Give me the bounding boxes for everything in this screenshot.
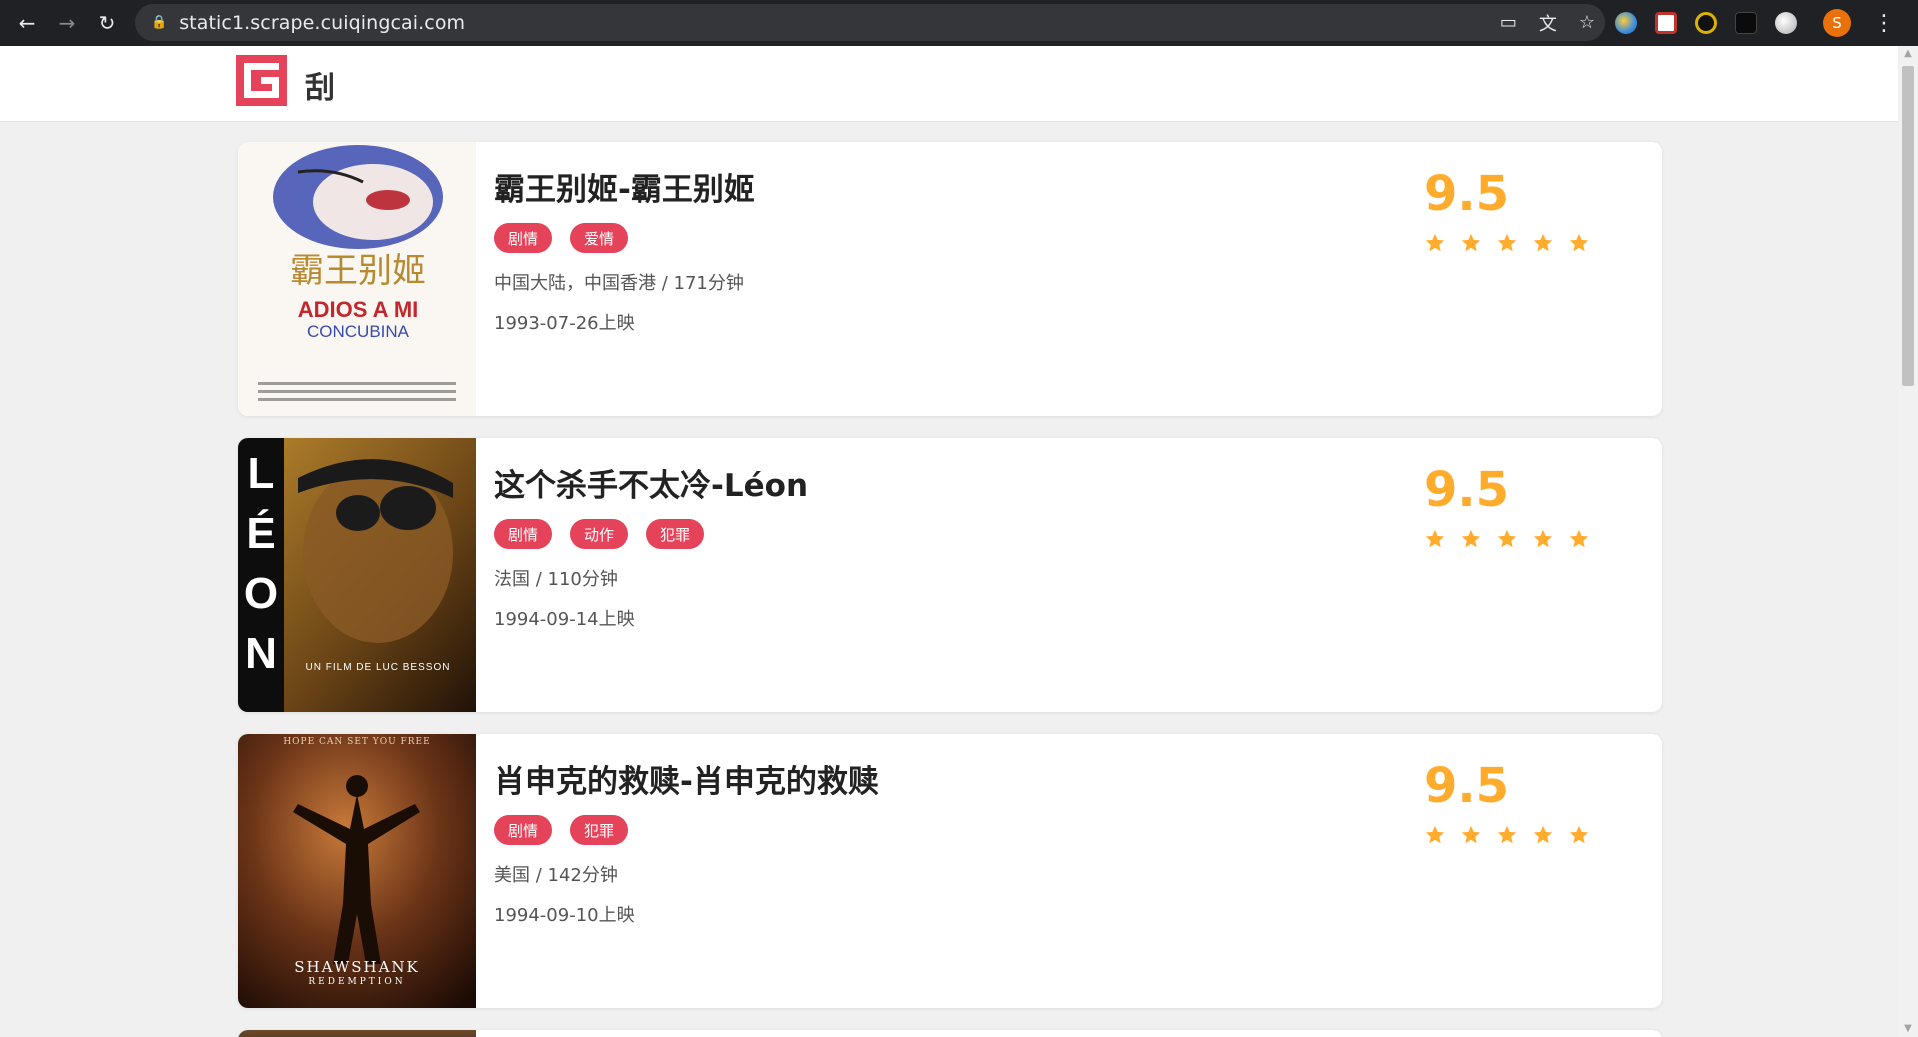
star-icon — [1533, 529, 1553, 548]
movie-title[interactable]: 这个杀手不太冷-Léon — [494, 460, 808, 505]
extension-dark-circle-icon[interactable] — [1695, 12, 1717, 34]
profile-avatar[interactable]: S — [1823, 9, 1851, 37]
movie-title[interactable]: 霸王别姬-霸王别姬 — [494, 164, 755, 209]
movie-score: 9.5 — [1424, 166, 1510, 222]
star-icon — [1533, 233, 1553, 252]
star-icon — [1461, 233, 1481, 252]
page-scrollbar[interactable]: ▲ ▼ — [1898, 46, 1918, 1037]
star-rating — [1424, 528, 1590, 550]
lock-icon: 🔒 — [151, 15, 168, 30]
svg-text:L: L — [248, 449, 275, 498]
movie-card[interactable]: L É O N UN FILM DE LUC BESSON 这个杀手不太冷-Lé… — [238, 438, 1662, 712]
movie-release-date: 1994-09-10上映 — [494, 905, 635, 926]
movie-poster[interactable]: L É O N UN FILM DE LUC BESSON — [238, 438, 476, 712]
poster-line1: SHAWSHANK — [294, 958, 420, 976]
star-icon — [1569, 529, 1589, 548]
extension-globe-icon[interactable] — [1615, 12, 1637, 34]
movie-release-date: 1993-07-26上映 — [494, 313, 635, 334]
svg-text:É: É — [246, 508, 275, 558]
genre-tag[interactable]: 犯罪 — [570, 815, 629, 845]
star-icon — [1461, 825, 1481, 844]
site-name[interactable]: 刮 — [305, 63, 335, 107]
star-icon — [1461, 529, 1481, 548]
extension-white-circle-icon[interactable] — [1775, 12, 1797, 34]
movie-card[interactable]: HOPE CAN SET YOU FREE SHAWSHANK REDEMPTI… — [238, 734, 1662, 1008]
movie-release-date: 1994-09-14上映 — [494, 609, 635, 630]
menu-kebab-icon[interactable]: ⋮ — [1873, 11, 1895, 36]
extension-screenshot-icon[interactable] — [1655, 12, 1677, 34]
scrollbar-thumb[interactable] — [1902, 66, 1914, 386]
genre-tag[interactable]: 剧情 — [494, 815, 553, 845]
reload-icon[interactable]: ↻ — [87, 0, 127, 46]
star-icon — [1425, 529, 1445, 548]
svg-text:O: O — [244, 569, 278, 618]
genre-tag[interactable]: 剧情 — [494, 223, 553, 253]
bookmark-star-icon[interactable]: ☆ — [1579, 12, 1595, 33]
movie-card[interactable]: 霸王别姬 ADIOS A MI CONCUBINA 霸王别姬-霸王别姬 剧情 爱… — [238, 142, 1662, 416]
star-icon — [1497, 529, 1517, 548]
genre-tag[interactable]: 犯罪 — [646, 519, 705, 549]
url-text[interactable]: static1.scrape.cuiqingcai.com — [179, 12, 465, 34]
poster-line1: ADIOS A MI — [298, 297, 419, 322]
movie-score: 9.5 — [1424, 462, 1510, 518]
poster-cn-title: 霸王别姬 — [290, 251, 426, 291]
poster-line2: CONCUBINA — [307, 322, 410, 341]
address-bar[interactable]: 🔒 static1.scrape.cuiqingcai.com ▭ 文 ☆ — [135, 4, 1605, 41]
star-icon — [1497, 233, 1517, 252]
movie-title[interactable]: 肖申克的救赎-肖申克的救赎 — [494, 756, 879, 801]
movie-poster[interactable]: 霸王别姬 ADIOS A MI CONCUBINA — [238, 142, 476, 416]
site-header: 刮 — [0, 46, 1898, 122]
poster-tagline: HOPE CAN SET YOU FREE — [283, 737, 430, 747]
star-rating — [1424, 232, 1590, 254]
star-icon — [1425, 825, 1445, 844]
translate-icon[interactable]: 文 — [1539, 10, 1557, 36]
site-logo-icon[interactable] — [236, 55, 287, 106]
poster-credit: UN FILM DE LUC BESSON — [306, 662, 451, 673]
movie-region-duration: 法国 / 110分钟 — [494, 569, 618, 590]
star-icon — [1533, 825, 1553, 844]
forward-arrow-icon[interactable]: → — [47, 0, 87, 46]
star-icon — [1425, 233, 1445, 252]
browser-toolbar: ← → ↻ 🔒 static1.scrape.cuiqingcai.com ▭ … — [0, 0, 1918, 46]
back-arrow-icon[interactable]: ← — [7, 0, 47, 46]
movie-poster[interactable] — [238, 1030, 476, 1037]
page-content: 刮 霸王别姬 ADIOS A MI CONCUBINA 霸王别姬-霸王别姬 剧情… — [0, 46, 1898, 1037]
scroll-up-arrow-icon[interactable]: ▲ — [1902, 48, 1914, 60]
cast-icon[interactable]: ▭ — [1500, 12, 1517, 33]
star-icon — [1569, 825, 1589, 844]
genre-tag[interactable]: 剧情 — [494, 519, 553, 549]
movie-card[interactable] — [238, 1030, 1662, 1037]
poster-line2: REDEMPTION — [308, 977, 405, 987]
extension-black-square-icon[interactable] — [1735, 12, 1757, 34]
scroll-down-arrow-icon[interactable]: ▼ — [1902, 1023, 1914, 1035]
movie-poster[interactable]: HOPE CAN SET YOU FREE SHAWSHANK REDEMPTI… — [238, 734, 476, 1008]
movie-region-duration: 中国大陆，中国香港 / 171分钟 — [494, 273, 744, 294]
movie-region-duration: 美国 / 142分钟 — [494, 865, 618, 886]
genre-tag[interactable]: 爱情 — [570, 223, 629, 253]
svg-text:N: N — [245, 629, 277, 678]
movie-score: 9.5 — [1424, 758, 1510, 814]
star-icon — [1497, 825, 1517, 844]
genre-tag[interactable]: 动作 — [570, 519, 629, 549]
star-rating — [1424, 824, 1590, 846]
star-icon — [1569, 233, 1589, 252]
